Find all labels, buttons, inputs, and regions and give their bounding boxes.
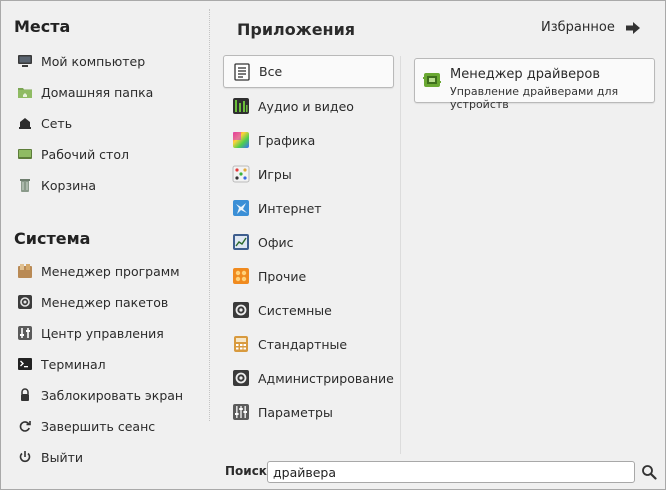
- category-label: Параметры: [258, 404, 333, 420]
- category-label: Прочие: [258, 268, 307, 284]
- category-label: Интернет: [258, 200, 322, 216]
- system-icon: [232, 301, 250, 319]
- places-title: Места: [14, 17, 71, 36]
- system-title: Система: [14, 229, 91, 248]
- arrow-right-icon: [625, 21, 641, 35]
- place-label: Рабочий стол: [41, 146, 129, 162]
- lock-icon: [17, 387, 33, 403]
- search-icon[interactable]: [641, 464, 657, 480]
- category-label: Администрирование: [258, 370, 394, 386]
- package-manager-icon: [17, 294, 33, 310]
- system-label: Менеджер пакетов: [41, 294, 169, 310]
- system-label: Заблокировать экран: [41, 387, 184, 403]
- app-result-driver-manager[interactable]: Менеджер драйверов Управление драйверами…: [414, 58, 655, 111]
- multimedia-icon: [232, 97, 250, 115]
- categories-divider: [400, 56, 401, 454]
- internet-icon: [232, 199, 250, 217]
- place-home-folder[interactable]: Домашняя папка: [11, 79, 201, 105]
- category-label: Системные: [258, 302, 332, 318]
- category-multimedia[interactable]: Аудио и видео: [223, 91, 393, 121]
- system-label: Выйти: [41, 449, 83, 465]
- software-manager-icon: [17, 263, 33, 279]
- control-center-icon: [17, 325, 33, 341]
- system-label: Центр управления: [41, 325, 164, 341]
- other-icon: [232, 267, 250, 285]
- administration-icon: [232, 369, 250, 387]
- home-folder-icon: [17, 84, 33, 100]
- sidebar-divider: [209, 9, 210, 421]
- category-system[interactable]: Системные: [223, 295, 393, 325]
- place-label: Домашняя папка: [41, 84, 154, 100]
- system-control-center[interactable]: Центр управления: [11, 320, 201, 346]
- all-apps-icon: [233, 62, 251, 81]
- system-lock-screen[interactable]: Заблокировать экран: [11, 382, 201, 408]
- category-label: Офис: [258, 234, 294, 250]
- driver-manager-icon: [423, 71, 441, 89]
- place-label: Сеть: [41, 115, 73, 131]
- category-internet[interactable]: Интернет: [223, 193, 393, 223]
- application-menu: Места Мой компьютер Домашняя папка Сеть …: [0, 0, 666, 490]
- place-desktop[interactable]: Рабочий стол: [11, 141, 201, 167]
- category-all[interactable]: Все: [223, 55, 394, 88]
- favorites-label: Избранное: [541, 20, 615, 35]
- category-games[interactable]: Игры: [223, 159, 393, 189]
- search-input[interactable]: [267, 461, 635, 483]
- system-logout[interactable]: Завершить сеанс: [11, 413, 201, 439]
- games-icon: [232, 165, 250, 183]
- category-administration[interactable]: Администрирование: [223, 363, 394, 393]
- office-icon: [232, 233, 250, 251]
- logout-icon: [17, 418, 33, 434]
- category-label: Графика: [258, 132, 316, 148]
- place-network[interactable]: Сеть: [11, 110, 201, 136]
- category-label: Аудио и видео: [258, 98, 354, 114]
- system-label: Менеджер программ: [41, 263, 180, 279]
- system-label: Завершить сеанс: [41, 418, 156, 434]
- system-software-manager[interactable]: Менеджер программ: [11, 258, 201, 284]
- power-icon: [17, 449, 33, 465]
- category-label: Стандартные: [258, 336, 348, 352]
- place-trash[interactable]: Корзина: [11, 172, 201, 198]
- favorites-button[interactable]: Избранное: [541, 20, 641, 35]
- terminal-icon: [17, 356, 33, 372]
- graphics-icon: [232, 131, 250, 149]
- place-my-computer[interactable]: Мой компьютер: [11, 48, 201, 74]
- network-icon: [17, 115, 33, 131]
- trash-icon: [17, 177, 33, 193]
- desktop-icon: [17, 146, 33, 162]
- system-quit[interactable]: Выйти: [11, 444, 201, 470]
- sidebar: Места Мой компьютер Домашняя папка Сеть …: [1, 1, 209, 489]
- system-terminal[interactable]: Терминал: [11, 351, 201, 377]
- computer-icon: [17, 53, 33, 69]
- accessories-icon: [232, 335, 250, 353]
- system-package-manager[interactable]: Менеджер пакетов: [11, 289, 201, 315]
- place-label: Корзина: [41, 177, 97, 193]
- category-other[interactable]: Прочие: [223, 261, 393, 291]
- place-label: Мой компьютер: [41, 53, 146, 69]
- category-preferences[interactable]: Параметры: [223, 397, 393, 427]
- preferences-icon: [232, 403, 250, 421]
- system-label: Терминал: [41, 356, 106, 372]
- app-result-description: Управление драйверами для устройств: [450, 85, 619, 111]
- search-label: Поиск:: [225, 464, 272, 478]
- apps-title: Приложения: [237, 20, 356, 39]
- app-result-name: Менеджер драйверов: [450, 67, 600, 82]
- category-label: Все: [259, 64, 283, 79]
- category-office[interactable]: Офис: [223, 227, 393, 257]
- category-accessories[interactable]: Стандартные: [223, 329, 393, 359]
- category-graphics[interactable]: Графика: [223, 125, 393, 155]
- category-label: Игры: [258, 166, 292, 182]
